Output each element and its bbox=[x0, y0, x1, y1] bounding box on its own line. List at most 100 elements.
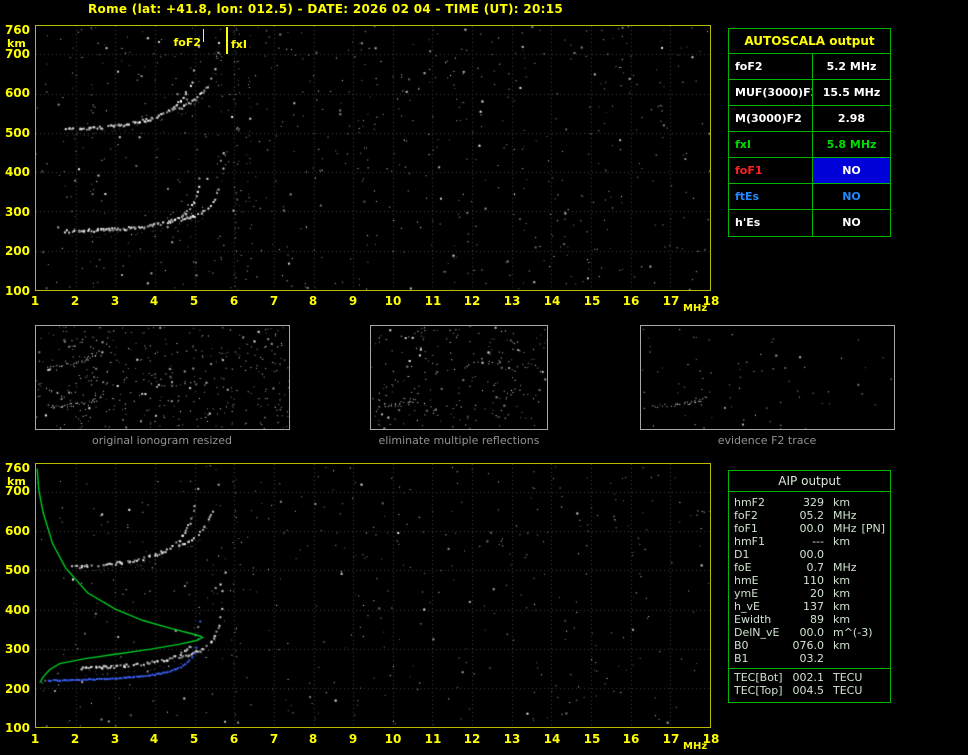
aip-row-unit: km bbox=[833, 639, 851, 652]
thumbnail-caption: evidence F2 trace bbox=[717, 434, 817, 447]
x-axis-unit-label: MHz bbox=[683, 741, 708, 752]
autoscala-table-title: AUTOSCALA output bbox=[729, 29, 890, 54]
aip-row: ymE 20 km bbox=[729, 587, 890, 600]
x-axis-tick-label: 11 bbox=[424, 294, 442, 308]
fxI-annotation-label: fxI bbox=[231, 38, 247, 51]
x-axis-tick-label: 12 bbox=[463, 294, 481, 308]
aip-row-note: [PN] bbox=[861, 522, 885, 535]
autoscala-row-value: 2.98 bbox=[837, 112, 866, 125]
x-axis-tick-label: 15 bbox=[583, 732, 601, 746]
aip-row-label: DelN_vE bbox=[734, 626, 780, 639]
fxI-marker-line bbox=[226, 27, 228, 54]
aip-row: hmE 110 km bbox=[729, 574, 890, 587]
x-axis-tick-label: 6 bbox=[229, 732, 239, 746]
y-axis-tick-label: 300 bbox=[4, 642, 30, 656]
aip-row-value: 004.5 bbox=[792, 684, 825, 697]
aip-row-label: hmF2 bbox=[734, 496, 766, 509]
autoscala-row: h'Es NO bbox=[729, 210, 890, 236]
x-axis-tick-label: 10 bbox=[384, 732, 402, 746]
aip-row-value: 137 bbox=[803, 600, 824, 613]
aip-row-unit: km bbox=[833, 587, 851, 600]
aip-row-unit: km bbox=[833, 600, 851, 613]
aip-row: hmF2 329 km bbox=[729, 496, 890, 509]
foF2-marker-line bbox=[203, 29, 204, 42]
y-axis-tick-label: 100 bbox=[4, 721, 30, 735]
x-axis-tick-label: 10 bbox=[384, 294, 402, 308]
aip-row: DelN_vE 00.0 m^(-3) bbox=[729, 626, 890, 639]
aip-row: foF1 00.0 MHz [PN] bbox=[729, 522, 890, 535]
autoscala-row-value: NO bbox=[842, 190, 861, 203]
ionogram-canvas-top bbox=[36, 26, 710, 290]
aip-row-unit: MHz bbox=[833, 509, 857, 522]
aip-row-unit: TECU bbox=[833, 684, 863, 697]
aip-row: B0 076.0 km bbox=[729, 639, 890, 652]
x-axis-tick-label: 1 bbox=[30, 294, 40, 308]
aip-row-value: 002.1 bbox=[792, 671, 825, 684]
x-axis-tick-label: 17 bbox=[662, 732, 680, 746]
aip-row-label: ymE bbox=[734, 587, 759, 600]
aip-row-value: --- bbox=[812, 535, 824, 548]
y-axis-tick-label: 760 bbox=[4, 23, 30, 37]
x-axis-tick-label: 14 bbox=[543, 294, 561, 308]
aip-row-unit: km bbox=[833, 535, 851, 548]
thumbnail-caption: original ionogram resized bbox=[92, 434, 232, 447]
autoscala-row: fxI 5.8 MHz bbox=[729, 132, 890, 158]
autoscala-row-label: ftEs bbox=[729, 184, 813, 209]
y-axis-tick-label: 200 bbox=[4, 682, 30, 696]
aip-row: TEC[Bot] 002.1 TECU bbox=[729, 668, 890, 684]
aip-row-unit: m^(-3) bbox=[833, 626, 873, 639]
x-axis-tick-label: 6 bbox=[229, 294, 239, 308]
x-axis-unit-label: MHz bbox=[683, 303, 708, 314]
aip-row-label: B1 bbox=[734, 652, 749, 665]
x-axis-tick-label: 16 bbox=[622, 732, 640, 746]
autoscala-table-rows: foF2 5.2 MHz MUF(3000)F2 15.5 MHz M(3000)F2 2… bbox=[729, 54, 890, 236]
aip-row-value: 20 bbox=[810, 587, 824, 600]
x-axis-tick-label: 13 bbox=[503, 732, 521, 746]
aip-row-unit bbox=[824, 548, 885, 561]
y-axis-unit-label: km bbox=[7, 475, 26, 488]
aip-row-value: 00.0 bbox=[799, 626, 825, 639]
autoscala-row-label: fxI bbox=[729, 132, 813, 157]
autoscala-row-label: foF1 bbox=[729, 158, 813, 183]
aip-row-unit: km bbox=[833, 574, 851, 587]
autoscala-row-label: MUF(3000)F2 bbox=[729, 80, 813, 105]
autoscala-row: ftEs NO bbox=[729, 184, 890, 210]
y-axis-tick-label: 400 bbox=[4, 603, 30, 617]
autoscala-output-table: AUTOSCALA output foF2 5.2 MHz MUF(3000)F2 1… bbox=[728, 28, 891, 237]
x-axis-tick-label: 13 bbox=[503, 294, 521, 308]
thumbnail-multiple-reflections bbox=[370, 325, 548, 430]
x-axis-tick-label: 9 bbox=[348, 732, 358, 746]
y-axis-tick-label: 760 bbox=[4, 461, 30, 475]
aip-row-value: 329 bbox=[803, 496, 824, 509]
x-axis-tick-label: 2 bbox=[70, 732, 80, 746]
x-axis-tick-label: 17 bbox=[662, 294, 680, 308]
y-axis-tick-label: 500 bbox=[4, 563, 30, 577]
aip-row-unit: TECU bbox=[833, 671, 863, 684]
x-axis-tick-label: 14 bbox=[543, 732, 561, 746]
x-axis-tick-label: 16 bbox=[622, 294, 640, 308]
thumbnail-original-ionogram bbox=[35, 325, 290, 430]
autoscala-row-label: h'Es bbox=[729, 210, 813, 236]
aip-table-title: AIP output bbox=[729, 471, 890, 492]
ionogram-canvas-bottom bbox=[36, 464, 710, 727]
foF2-annotation-label: foF2 bbox=[173, 36, 201, 49]
autoscala-row-value: 5.2 MHz bbox=[826, 60, 877, 73]
aip-row-unit: km bbox=[833, 613, 851, 626]
autoscala-row-value: 5.8 MHz bbox=[826, 138, 877, 151]
aip-row-label: Ewidth bbox=[734, 613, 772, 626]
aip-row-value: 0.7 bbox=[806, 561, 825, 574]
aip-row-unit bbox=[824, 652, 885, 665]
aip-row-value: 03.2 bbox=[799, 652, 825, 665]
aip-row-unit: km bbox=[833, 496, 851, 509]
ionogram-plot-top bbox=[35, 25, 711, 291]
thumbnail-caption: eliminate multiple reflections bbox=[378, 434, 540, 447]
x-axis-tick-label: 8 bbox=[308, 294, 318, 308]
aip-row-label: B0 bbox=[734, 639, 749, 652]
y-axis-tick-label: 100 bbox=[4, 284, 30, 298]
autoscala-row: MUF(3000)F2 15.5 MHz bbox=[729, 80, 890, 106]
aip-row-label: TEC[Top] bbox=[734, 684, 783, 697]
aip-table-rows: hmF2 329 km foF2 05.2 MHz foF1 00.0 MHz [PN] hmF1 -… bbox=[729, 496, 890, 697]
x-axis-tick-label: 11 bbox=[424, 732, 442, 746]
aip-row: h_vE 137 km bbox=[729, 600, 890, 613]
autoscala-row: foF1 NO bbox=[729, 158, 890, 184]
